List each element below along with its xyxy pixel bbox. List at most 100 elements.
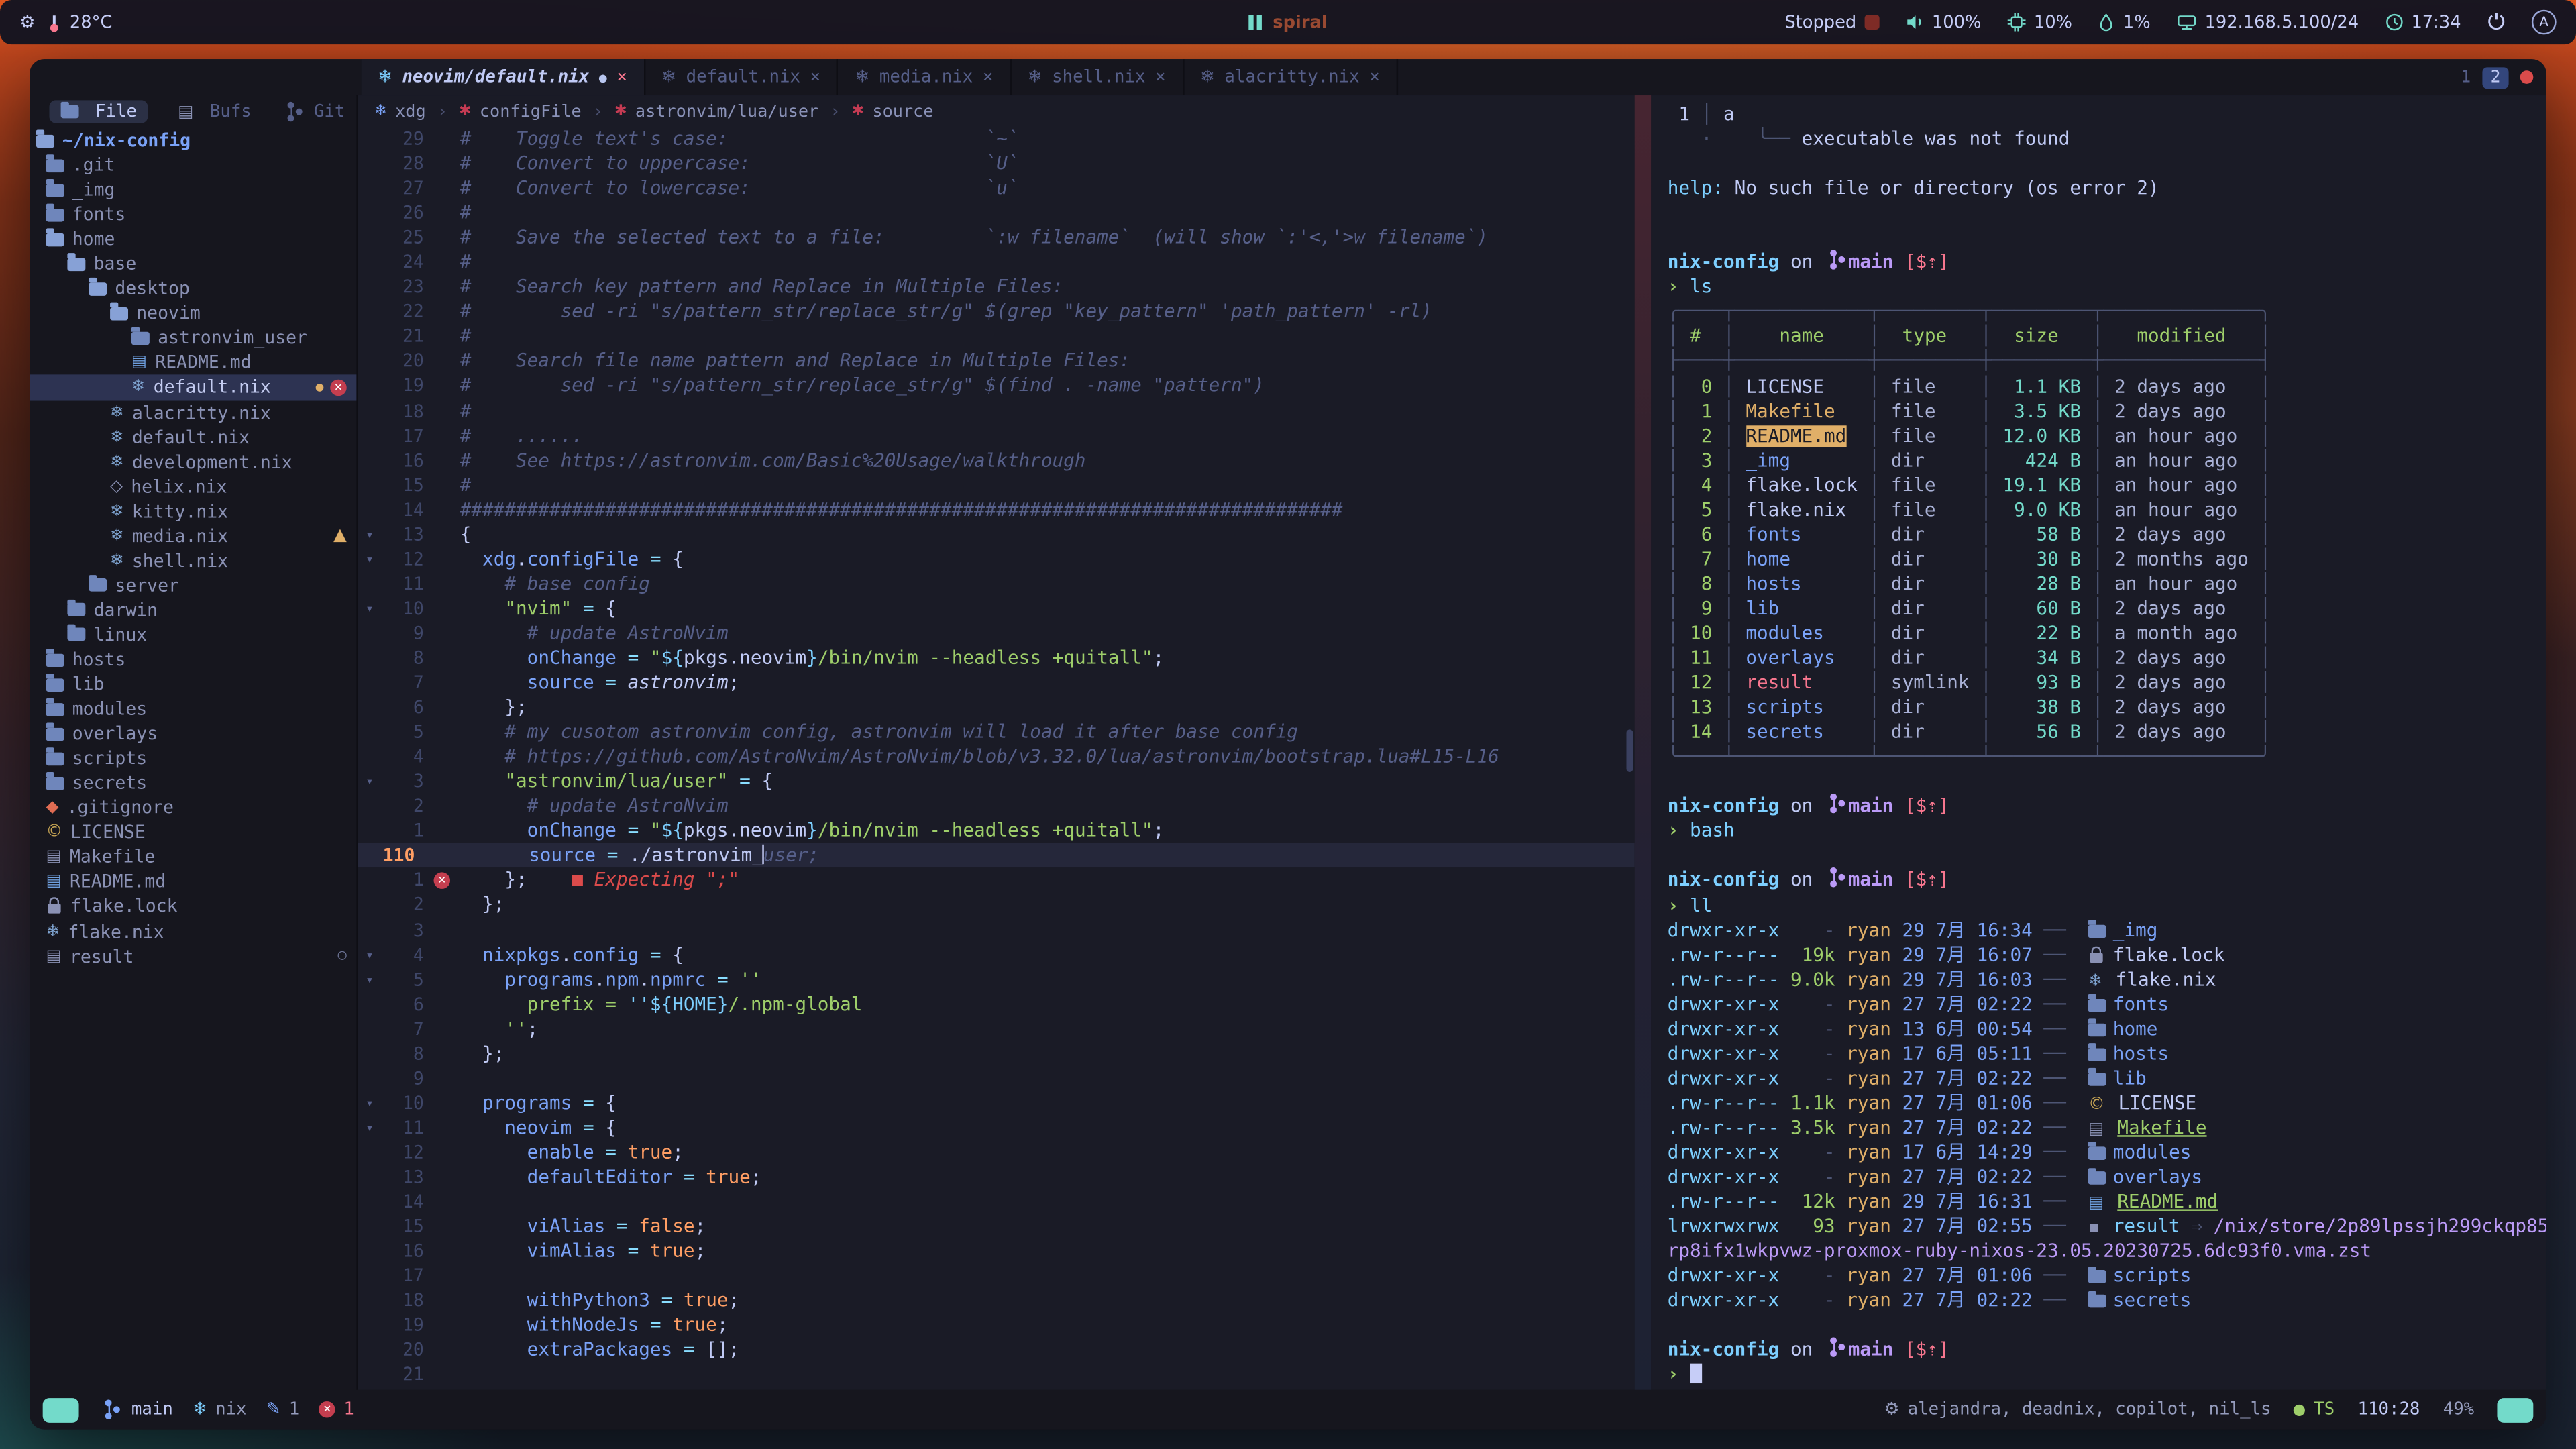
editor-line[interactable]: 29# Toggle text's case: `~` xyxy=(358,127,1635,152)
close-icon[interactable]: × xyxy=(810,67,820,87)
close-icon[interactable]: × xyxy=(616,67,627,87)
tree-item-server[interactable]: server xyxy=(30,573,356,598)
buffer-tab-shell.nix[interactable]: ❄shell.nix× xyxy=(1011,59,1183,95)
editor-line[interactable]: 21 xyxy=(358,1362,1635,1387)
gear-icon[interactable]: ⚙ xyxy=(19,12,35,32)
editor-line[interactable]: ▾11 neovim = { xyxy=(358,1116,1635,1140)
editor-line[interactable]: 6 prefix = ''${HOME}/.npm-global xyxy=(358,991,1635,1016)
tree-item-secrets[interactable]: secrets xyxy=(30,771,356,796)
buffer-tab-default.nix[interactable]: ❄default.nix× xyxy=(645,59,839,95)
editor-scrollbar[interactable] xyxy=(1626,730,1633,773)
terminal-pane[interactable]: 1 │ a · ╰── executable was not foundhelp… xyxy=(1651,95,2546,1390)
tree-item-.gitignore[interactable]: ◆.gitignore xyxy=(30,796,356,820)
editor-line[interactable]: 20# Search file name pattern and Replace… xyxy=(358,349,1635,374)
editor-line[interactable]: 2 # update AstroNvim xyxy=(358,794,1635,819)
editor-line[interactable]: 16# See https://astronvim.com/Basic%20Us… xyxy=(358,448,1635,473)
editor-line[interactable]: 12 enable = true; xyxy=(358,1140,1635,1165)
editor-line[interactable]: ▾10 programs = { xyxy=(358,1091,1635,1116)
breadcrumb-item-source[interactable]: ✱source xyxy=(852,101,934,121)
tree-item-desktop[interactable]: desktop xyxy=(30,276,356,301)
close-icon[interactable]: × xyxy=(1369,67,1379,87)
tree-item-linux[interactable]: linux xyxy=(30,623,356,647)
status-error-count[interactable]: × 1 xyxy=(319,1400,354,1419)
tree-item-alacritty.nix[interactable]: ❄alacritty.nix xyxy=(30,400,356,425)
editor-line[interactable]: 9 # update AstroNvim xyxy=(358,621,1635,646)
editor-line[interactable]: 9 xyxy=(358,1066,1635,1091)
tree-item-neovim[interactable]: neovim xyxy=(30,301,356,326)
player-widget[interactable]: Stopped xyxy=(1784,12,1879,32)
volume-widget[interactable]: 100% xyxy=(1906,12,1982,32)
editor-line[interactable]: 6 }; xyxy=(358,695,1635,720)
network-widget[interactable]: 192.168.5.100/24 xyxy=(2177,12,2359,32)
tree-item-helix.nix[interactable]: ◇helix.nix xyxy=(30,474,356,499)
memory-widget[interactable]: 10% xyxy=(2008,12,2072,32)
buffer-tab-alacritty.nix[interactable]: ❄alacritty.nix× xyxy=(1184,59,1398,95)
breadcrumb-item-astronvim/lua/user[interactable]: ✱astronvim/lua/user xyxy=(614,101,818,121)
session-widget[interactable]: spiral xyxy=(1248,12,1327,32)
pane-separator[interactable] xyxy=(1635,95,1651,1390)
fold-arrow-icon[interactable]: ▾ xyxy=(358,1116,381,1140)
fold-arrow-icon[interactable]: ▾ xyxy=(358,522,381,547)
editor-line[interactable]: ▾10 "nvim" = { xyxy=(358,596,1635,621)
tree-item-Makefile[interactable]: ▤Makefile xyxy=(30,845,356,870)
editor-line[interactable]: 1 onChange = "${pkgs.neovim}/bin/nvim --… xyxy=(358,818,1635,843)
temperature-widget[interactable]: 28°C xyxy=(48,12,112,32)
editor-line[interactable]: ▾4 nixpkgs.config = { xyxy=(358,943,1635,967)
code-area[interactable]: 29# Toggle text's case: `~`28# Convert t… xyxy=(358,127,1635,1390)
fold-arrow-icon[interactable]: ▾ xyxy=(358,596,381,621)
buffer-tab-media.nix[interactable]: ❄media.nix× xyxy=(839,59,1011,95)
tree-item-kitty.nix[interactable]: ❄kitty.nix xyxy=(30,499,356,524)
buffer-tab-neovim/default.nix[interactable]: ❄neovim/default.nix●× xyxy=(362,59,645,95)
editor-line[interactable]: 3 xyxy=(358,918,1635,943)
power-button[interactable] xyxy=(2487,11,2506,34)
tree-item-astronvim_user[interactable]: astronvim_user xyxy=(30,326,356,351)
editor-line[interactable]: ▾13{ xyxy=(358,522,1635,547)
status-edit-count[interactable]: ✎ 1 xyxy=(266,1400,299,1419)
explorer-tab-bufs[interactable]: ▤Bufs xyxy=(178,102,252,121)
editor-line[interactable]: 26# xyxy=(358,201,1635,225)
tree-item-default.nix[interactable]: ❄default.nix xyxy=(30,425,356,449)
clock-widget[interactable]: 17:34 xyxy=(2385,12,2461,32)
editor-line[interactable]: 18 withPython3 = true; xyxy=(358,1288,1635,1313)
tree-item-home[interactable]: home xyxy=(30,227,356,252)
tree-item-default.nix[interactable]: ❄default.nix●× xyxy=(30,376,356,400)
tree-item-darwin[interactable]: darwin xyxy=(30,598,356,623)
editor-line[interactable]: ▾12 xdg.configFile = { xyxy=(358,547,1635,572)
fold-arrow-icon[interactable]: ▾ xyxy=(358,547,381,572)
explorer-tab-git[interactable]: Git xyxy=(281,102,345,121)
editor-line[interactable]: 28# Convert to uppercase: `U` xyxy=(358,151,1635,176)
editor-line[interactable]: 14######################################… xyxy=(358,497,1635,522)
editor-line[interactable]: 8 }; xyxy=(358,1041,1635,1066)
editor-line[interactable]: 17 xyxy=(358,1264,1635,1289)
editor-line[interactable]: 14 xyxy=(358,1189,1635,1214)
tree-item-result[interactable]: ▤result○ xyxy=(30,944,356,969)
fold-arrow-icon[interactable]: ▾ xyxy=(358,1091,381,1116)
editor-line[interactable]: 15 viAlias = false; xyxy=(358,1214,1635,1239)
status-git-branch[interactable]: main xyxy=(99,1400,173,1419)
editor-line[interactable]: 17# ...... xyxy=(358,423,1635,448)
editor-line[interactable]: 7 ''; xyxy=(358,1016,1635,1041)
editor-line[interactable]: ▾5 programs.npm.npmrc = '' xyxy=(358,967,1635,991)
fold-arrow-icon[interactable]: ▾ xyxy=(358,943,381,967)
tree-item-overlays[interactable]: overlays xyxy=(30,721,356,746)
tree-item-media.nix[interactable]: ❄media.nix xyxy=(30,524,356,549)
tree-item-.git[interactable]: .git xyxy=(30,153,356,178)
breadcrumb-item-configFile[interactable]: ✱configFile xyxy=(459,101,582,121)
editor-line[interactable]: 8 onChange = "${pkgs.neovim}/bin/nvim --… xyxy=(358,645,1635,670)
tree-item-README.md[interactable]: ▤README.md xyxy=(30,351,356,376)
breadcrumb-item-xdg[interactable]: ❄xdg xyxy=(374,101,425,121)
editor-line[interactable]: 11 # base config xyxy=(358,572,1635,596)
tree-item-fonts[interactable]: fonts xyxy=(30,203,356,227)
editor-line[interactable]: 19 withNodeJs = true; xyxy=(358,1313,1635,1338)
editor-line[interactable]: 25# Save the selected text to a file: `:… xyxy=(358,225,1635,250)
fold-arrow-icon[interactable]: ▾ xyxy=(358,967,381,991)
tree-item-flake.lock[interactable]: flake.lock xyxy=(30,894,356,919)
tree-item-LICENSE[interactable]: ©LICENSE xyxy=(30,820,356,845)
editor-line[interactable]: 13 defaultEditor = true; xyxy=(358,1165,1635,1189)
tree-item-modules[interactable]: modules xyxy=(30,697,356,722)
close-icon[interactable]: × xyxy=(1155,67,1165,87)
editor-line[interactable]: 18# xyxy=(358,398,1635,423)
tabpage-2[interactable]: 2 xyxy=(2482,66,2508,88)
editor-line[interactable]: 23# Search key pattern and Replace in Mu… xyxy=(358,275,1635,300)
tree-item-flake.nix[interactable]: ❄flake.nix xyxy=(30,919,356,944)
